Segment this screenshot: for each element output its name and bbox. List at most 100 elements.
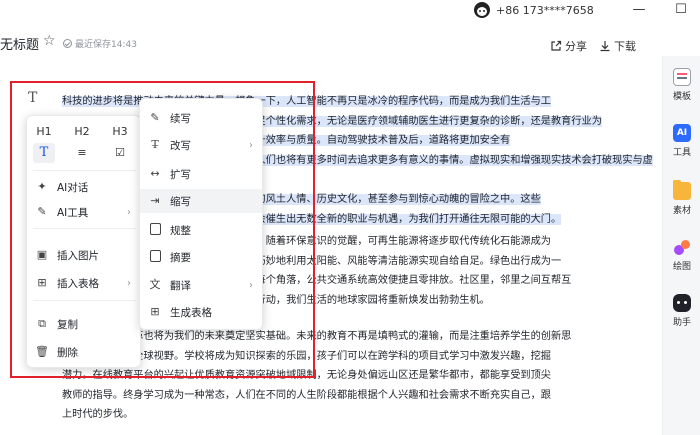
menu-item-label: 删除	[57, 346, 78, 359]
menu-item-ai-tools[interactable]: ✎ AI工具 ›	[27, 200, 140, 224]
menu-item-insert-image[interactable]: ▣ 插入图片	[27, 243, 140, 267]
share-icon	[551, 40, 562, 51]
clear-format-icon: T̶	[151, 138, 159, 151]
menu-item-label: 插入表格	[57, 277, 99, 290]
translate-icon: 文	[149, 278, 161, 291]
pen-icon: ✎	[37, 205, 47, 218]
document-header: 无标题 ☆ 最近保存14:43 分享 下载	[0, 30, 660, 56]
menu-item-expand[interactable]: ↔ 扩写	[140, 162, 262, 186]
expand-icon: ↔	[150, 167, 160, 180]
block-format-row: T ≡ ☑	[27, 143, 142, 165]
menu-item-copy[interactable]: ⧉ 复制	[27, 312, 140, 336]
menu-item-abbreviate[interactable]: ⇥ 缩写	[140, 189, 262, 213]
menu-item-label: AI工具	[57, 206, 89, 219]
template-icon	[673, 68, 691, 86]
menu-item-label: 扩写	[170, 168, 191, 181]
text-line: 上时代的步伐。	[62, 409, 134, 421]
chevron-right-icon: ›	[249, 279, 253, 291]
chevron-right-icon: ›	[127, 206, 131, 218]
user-phone: +86 173****7658	[496, 3, 594, 17]
text-line: 科技的进步将是	[62, 96, 134, 107]
top-bar: +86 173****7658 — ☐	[0, 0, 700, 22]
menu-item-continue-writing[interactable]: ✎ 续写	[140, 106, 262, 130]
text-line: 维、实践能力和全球视野。学校将成为知识探索的乐园，孩子们可以在跨学科的项目式学习…	[62, 350, 551, 362]
star-icon[interactable]: ☆	[43, 33, 56, 49]
menu-item-label: 续写	[170, 112, 191, 125]
menu-item-label: 改写	[170, 139, 191, 152]
sparkle-icon: ✦	[37, 180, 47, 193]
share-button[interactable]: 分享	[550, 38, 587, 54]
assistant-icon	[673, 294, 691, 312]
menu-item-label: 摘要	[170, 251, 191, 264]
menu-item-label: 生成表格	[170, 306, 212, 319]
chevron-right-icon: ›	[249, 139, 253, 151]
save-status-text: 最近保存14:43	[75, 40, 137, 50]
bullet-list-button[interactable]: ≡	[71, 143, 93, 163]
user-account[interactable]: +86 173****7658	[474, 2, 594, 18]
document-title[interactable]: 无标题	[0, 34, 39, 53]
pen-icon: ✎	[150, 111, 160, 124]
save-status: 最近保存14:43	[63, 37, 137, 50]
maximize-button[interactable]: ☐	[674, 2, 688, 17]
sidebar-item-assistant[interactable]: 助手	[663, 294, 700, 328]
download-label: 下载	[614, 40, 636, 53]
menu-item-label: 缩写	[170, 195, 191, 208]
download-icon	[600, 41, 610, 52]
menu-item-label: 复制	[57, 318, 78, 331]
table-plus-icon: ⊞	[150, 305, 160, 318]
sidebar-item-label: 助手	[672, 318, 691, 328]
heading-3-button[interactable]: H3	[109, 122, 131, 142]
text-line: 教师的指导。终身学习成为一种常态，人们在不同的人生阶段都能根据个人兴趣和社会需求…	[62, 389, 551, 401]
menu-item-ai-chat[interactable]: ✦ AI对话	[27, 175, 140, 199]
sidebar-item-draw[interactable]: 绘图	[663, 238, 700, 272]
image-icon: ▣	[36, 248, 48, 261]
heading-format-row: H1 H2 H3	[27, 122, 142, 144]
sidebar-item-materials[interactable]: 素材	[663, 180, 700, 216]
menu-item-summary[interactable]: 摘要	[140, 245, 262, 269]
sidebar-item-label: 素材	[672, 206, 691, 216]
menu-item-generate-table[interactable]: ⊞ 生成表格	[140, 300, 262, 324]
block-handle-icon[interactable]: T	[28, 90, 37, 106]
share-label: 分享	[565, 40, 587, 53]
sidebar-item-label: 绘图	[672, 262, 691, 272]
todo-list-button[interactable]: ☑	[109, 143, 131, 163]
menu-item-label: 插入图片	[57, 249, 99, 262]
menu-item-rewrite[interactable]: T̶ 改写 ›	[140, 133, 262, 157]
sidebar-item-template[interactable]: 模板	[663, 68, 700, 102]
draw-icon	[673, 238, 691, 256]
ai-icon: AI	[673, 124, 691, 142]
trash-icon: 🗑	[35, 345, 49, 358]
shrink-icon: ⇥	[150, 194, 160, 207]
sidebar-item-tools[interactable]: AI 工具	[663, 124, 700, 158]
right-sidebar: 模板 AI 工具 素材 绘图 助手	[662, 56, 700, 435]
ai-tools-submenu: ✎ 续写 T̶ 改写 › ↔ 扩写 ⇥ 缩写 规整 摘要 文 翻译 › ⊞ 生成…	[139, 98, 263, 330]
table-icon: ⊞	[37, 276, 47, 289]
menu-item-translate[interactable]: 文 翻译 ›	[140, 273, 262, 297]
menu-item-label: AI对话	[57, 181, 89, 194]
text-format-button[interactable]: T	[33, 143, 55, 163]
block-context-menu: H1 H2 H3 T ≡ ☑ ✦ AI对话 ✎ AI工具 › ▣ 插入图片 ⊞ …	[26, 115, 141, 368]
menu-item-label: 规整	[170, 224, 191, 237]
sidebar-item-label: 模板	[672, 92, 691, 102]
summary-icon	[148, 250, 162, 264]
avatar[interactable]	[474, 2, 490, 18]
sidebar-item-label: 工具	[672, 148, 691, 158]
heading-2-button[interactable]: H2	[71, 122, 93, 142]
tidy-icon	[148, 223, 162, 237]
menu-divider	[33, 228, 136, 229]
heading-1-button[interactable]: H1	[33, 122, 55, 142]
menu-divider	[33, 170, 136, 171]
menu-item-label: 翻译	[170, 279, 191, 292]
menu-item-insert-table[interactable]: ⊞ 插入表格 ›	[27, 271, 140, 295]
menu-item-delete[interactable]: 🗑 删除	[27, 340, 140, 364]
minimize-button[interactable]: —	[632, 2, 646, 17]
menu-divider	[33, 300, 136, 301]
folder-icon	[673, 180, 691, 200]
text-line: 潜力。在线教育平台的兴起让优质教育资源突破地域限制，无论身处偏远山区还是繁华都市…	[62, 370, 551, 382]
saved-check-icon	[63, 39, 72, 48]
menu-item-tidy[interactable]: 规整	[140, 218, 262, 242]
download-button[interactable]: 下载	[599, 38, 636, 54]
chevron-right-icon: ›	[127, 277, 131, 289]
paragraph[interactable]: 此外，教育的变革也将为我们的未来奠定坚实基础。未来的教育不再是填鸭式的灌输，而是…	[62, 327, 658, 425]
copy-icon: ⧉	[38, 317, 46, 330]
